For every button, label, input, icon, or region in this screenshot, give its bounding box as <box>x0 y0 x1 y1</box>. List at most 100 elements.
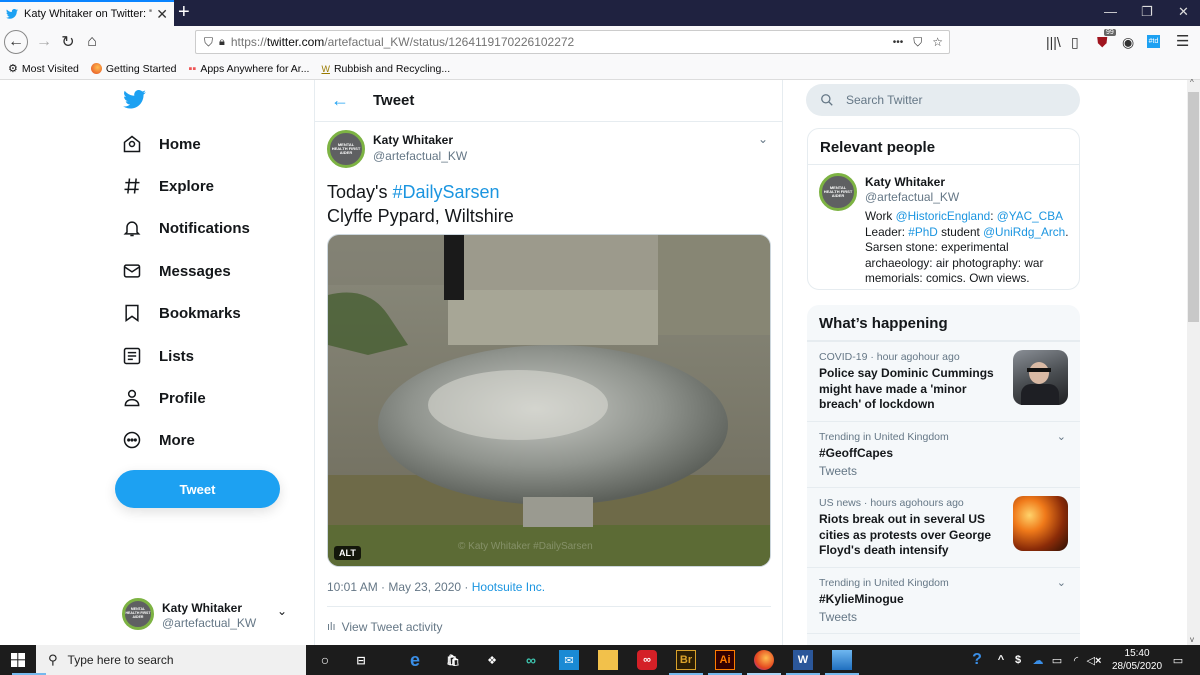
reload-button[interactable]: ↻ <box>56 30 80 54</box>
edge-icon[interactable]: e <box>405 650 425 670</box>
tweet-options-chevron-icon[interactable]: ⌄ <box>758 132 768 146</box>
scroll-up-icon[interactable]: ^ <box>1190 78 1194 87</box>
scroll-down-icon[interactable]: v <box>1190 635 1194 644</box>
file-explorer-icon[interactable] <box>598 650 618 670</box>
whats-happening-title: What’s happening <box>807 305 1080 341</box>
pocket-icon[interactable]: ⛉ <box>913 35 922 50</box>
search-icon <box>821 94 833 106</box>
dollar-tray-icon[interactable]: $ <box>1008 650 1028 670</box>
bookmarks-toolbar: ⚙ Most Visited Getting Started ▪▪ Apps Any… <box>0 58 1200 80</box>
chevron-down-icon: ⌄ <box>277 604 288 618</box>
restore-icon[interactable]: ❐ <box>1141 4 1153 20</box>
bio-link[interactable]: @HistoricEngland <box>896 209 991 223</box>
account-switcher[interactable]: MENTAL HEALTH FIRST AIDER Katy Whitaker … <box>122 598 292 634</box>
help-icon[interactable]: ? <box>967 650 987 670</box>
browser-tab[interactable]: Katy Whitaker on Twitter: "Toda ✕ <box>0 0 174 26</box>
firefox-taskbar-icon[interactable] <box>754 650 774 670</box>
hashtag-link[interactable]: #DailySarsen <box>392 182 499 202</box>
account-icon[interactable]: ◉ <box>1122 34 1134 51</box>
nav-profile[interactable]: Profile <box>122 388 206 408</box>
tab-title: Katy Whitaker on Twitter: "Toda <box>24 8 152 20</box>
relevant-handle[interactable]: @artefactual_KW <box>865 190 959 204</box>
sidebar-icon[interactable]: ▯ <box>1071 34 1079 51</box>
search-input[interactable]: Search Twitter <box>806 84 1080 116</box>
tab-bar: Katy Whitaker on Twitter: "Toda ✕ + — ❐ … <box>0 0 1200 26</box>
battery-icon[interactable]: ▭ <box>1047 650 1067 670</box>
mail-icon[interactable]: ✉ <box>559 650 579 670</box>
bookmark-apps-anywhere[interactable]: ▪▪ Apps Anywhere for Ar... <box>189 63 310 75</box>
view-tweet-activity[interactable]: ılı View Tweet activity <box>327 620 443 634</box>
back-arrow-icon[interactable]: ← <box>331 90 371 111</box>
back-button[interactable]: ← <box>4 30 28 54</box>
trend-item[interactable]: Trending in United Kingdom #GeoffCapes T… <box>807 421 1080 487</box>
bridge-icon[interactable]: Br <box>676 650 696 670</box>
author-handle[interactable]: @artefactual_KW <box>373 149 467 163</box>
bookmark-most-visited[interactable]: ⚙ Most Visited <box>8 62 79 76</box>
onedrive-icon[interactable]: ☁ <box>1028 650 1048 670</box>
trend-item[interactable]: Trending in United Kingdom #KylieMinogue… <box>807 567 1080 633</box>
system-clock[interactable]: 15:40 28/05/2020 <box>1112 647 1162 673</box>
trend-item[interactable] <box>807 633 1080 645</box>
chevron-down-icon[interactable]: ⌄ <box>1057 430 1066 443</box>
creative-cloud-icon[interactable]: ∞ <box>637 650 657 670</box>
bookmark-star-icon[interactable]: ☆ <box>932 35 943 49</box>
photos-icon[interactable] <box>832 650 852 670</box>
menu-icon[interactable]: ☰ <box>1176 32 1189 50</box>
nav-notifications[interactable]: Notifications <box>122 218 250 238</box>
page-actions-icon[interactable]: ••• <box>893 37 904 48</box>
author-avatar[interactable]: MENTAL HEALTH FIRST AIDER <box>327 130 365 168</box>
task-view-icon[interactable]: ⊟ <box>351 650 371 670</box>
word-icon[interactable]: W <box>793 650 813 670</box>
nav-bookmarks[interactable]: Bookmarks <box>122 303 241 323</box>
nav-lists[interactable]: Lists <box>122 346 194 366</box>
alt-badge[interactable]: ALT <box>334 546 361 560</box>
author-name[interactable]: Katy Whitaker <box>373 133 453 147</box>
nav-explore[interactable]: Explore <box>122 176 214 196</box>
url-bar[interactable]: ⛉ 🔒︎ https://twitter.com/artefactual_KW/… <box>195 30 950 54</box>
bio-link[interactable]: @YAC_CBA <box>997 209 1063 223</box>
relevant-avatar[interactable]: MENTAL HEALTH FIRST AIDER <box>819 173 857 211</box>
ublock-icon[interactable]: ⛊ <box>1097 34 1108 51</box>
tweet-photo[interactable]: © Katy Whitaker #DailySarsen ALT <box>327 234 771 567</box>
tweetdeck-extension-icon[interactable]: #td <box>1147 35 1160 48</box>
new-tab-button[interactable]: + <box>178 1 190 23</box>
tweet-button[interactable]: Tweet <box>115 470 280 508</box>
relevant-name[interactable]: Katy Whitaker <box>865 175 945 189</box>
twitter-logo-icon[interactable] <box>123 90 146 109</box>
trend-item[interactable]: COVID-19 · hour agohour ago Police say D… <box>807 341 1080 421</box>
trend-item[interactable]: US news · hours agohours ago Riots break… <box>807 487 1080 567</box>
taskbar-search-input[interactable]: ⚲ Type here to search <box>36 645 306 675</box>
home-icon <box>123 135 141 153</box>
volume-muted-icon[interactable]: ◁× <box>1084 650 1104 670</box>
minimize-icon[interactable]: — <box>1104 4 1117 19</box>
bell-icon <box>123 221 141 237</box>
dropbox-icon[interactable]: ❖ <box>482 650 502 670</box>
start-button[interactable] <box>0 645 36 675</box>
twitter-page: Home Explore Notifications Messages Book… <box>0 80 1187 645</box>
home-button[interactable]: ⌂ <box>80 30 104 54</box>
close-tab-icon[interactable]: ✕ <box>156 6 168 23</box>
nav-home[interactable]: Home <box>122 134 201 154</box>
nav-more[interactable]: More <box>122 430 195 450</box>
nav-messages[interactable]: Messages <box>122 261 231 281</box>
store-icon[interactable]: 🛍︎ <box>443 650 463 670</box>
scroll-thumb[interactable] <box>1188 92 1199 322</box>
close-window-icon[interactable]: ✕ <box>1178 4 1189 20</box>
ublock-badge: 99 <box>1104 29 1116 36</box>
bookmark-rubbish-recycling[interactable]: W Rubbish and Recycling... <box>321 63 450 75</box>
gear-icon: ⚙ <box>8 63 18 75</box>
page-scrollbar[interactable]: ^ v <box>1187 78 1200 645</box>
library-icon[interactable]: |||\ <box>1046 34 1061 50</box>
cortana-icon[interactable]: ○ <box>315 650 335 670</box>
tweet-source-link[interactable]: Hootsuite Inc. <box>472 580 545 594</box>
bookmark-getting-started[interactable]: Getting Started <box>90 63 177 75</box>
infinity-app-icon[interactable]: ∞ <box>521 650 541 670</box>
wifi-icon[interactable]: ◜ <box>1066 650 1086 670</box>
illustrator-icon[interactable]: Ai <box>715 650 735 670</box>
bio-link[interactable]: #PhD <box>908 225 938 239</box>
chevron-down-icon[interactable]: ⌄ <box>1057 576 1066 589</box>
bio-link[interactable]: @UniRdg_Arch <box>983 225 1065 239</box>
forward-button[interactable]: → <box>32 30 56 54</box>
list-icon <box>123 347 141 365</box>
notifications-icon[interactable]: ▭ <box>1168 650 1188 670</box>
